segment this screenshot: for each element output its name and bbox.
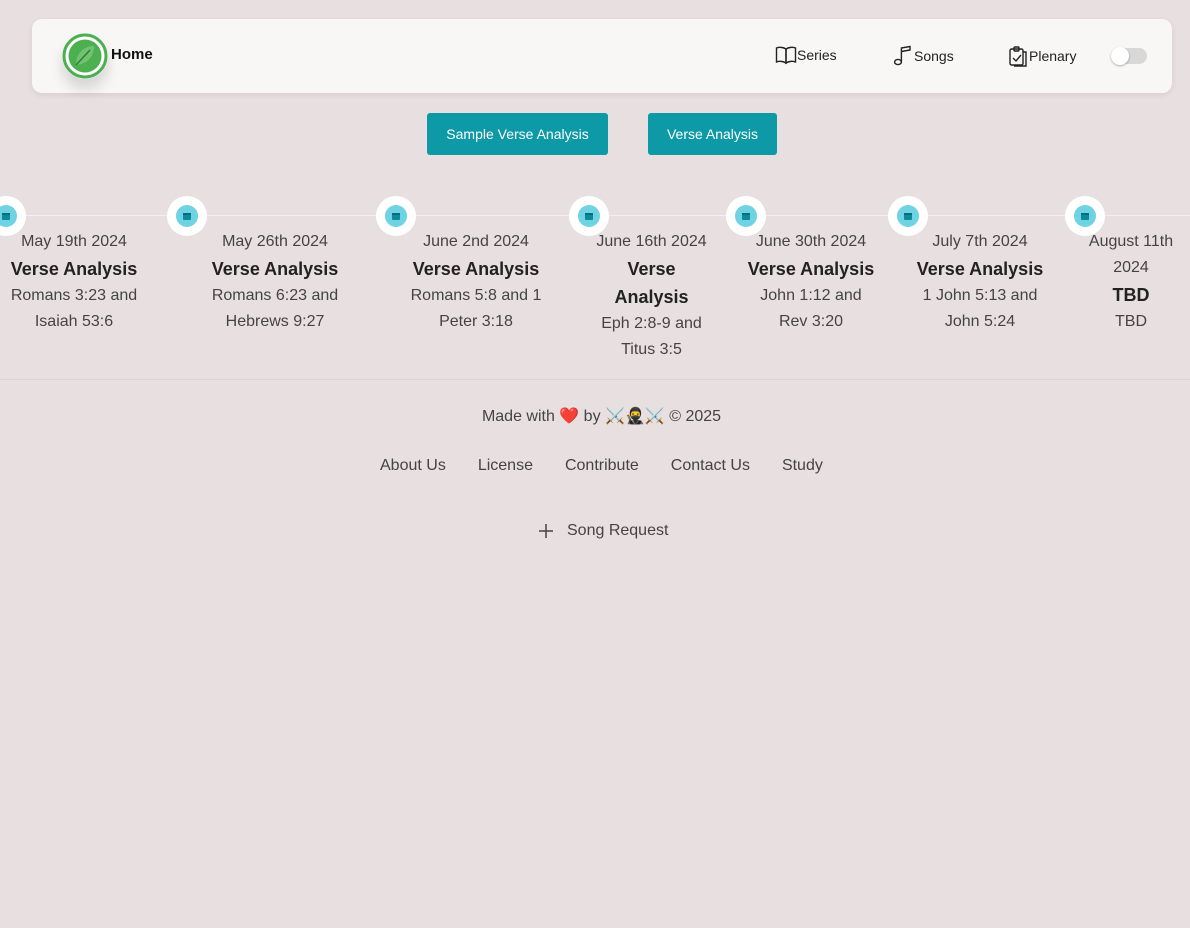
footer-link-contact-us[interactable]: Contact Us: [655, 457, 766, 475]
nav-plenary[interactable]: Plenary: [1007, 45, 1076, 67]
calendar-icon: [0, 205, 17, 227]
calendar-icon: [578, 205, 600, 227]
timeline-title: Verse Analysis: [916, 259, 1044, 279]
plus-icon: [539, 524, 553, 538]
timeline-item: June 30th 2024 Verse Analysis John 1:12 …: [746, 229, 876, 335]
footer-divider: [0, 379, 1190, 380]
calendar-icon: [385, 205, 407, 227]
timeline-desc: 1 John 5:13 and John 5:24: [922, 287, 1038, 330]
timeline-title: TBD: [1112, 285, 1150, 305]
nav-series-label: Series: [797, 47, 837, 63]
calendar-icon: [897, 205, 919, 227]
timeline-title: Verse Analysis: [747, 259, 875, 279]
calendar-icon: [176, 205, 198, 227]
timeline-item: August 11th 2024 TBD TBD: [1081, 229, 1181, 335]
book-open-icon: [775, 46, 797, 65]
timeline-title: Verse Analysis: [10, 259, 138, 279]
footer-links: About Us License Contribute Contact Us S…: [364, 457, 839, 475]
timeline-title: Verse Analysis: [412, 259, 540, 279]
timeline-item: May 19th 2024 Verse Analysis Romans 3:23…: [4, 229, 144, 335]
timeline-date: June 16th 2024: [596, 233, 707, 250]
timeline-item: June 16th 2024 Verse Analysis Eph 2:8-9 …: [596, 229, 707, 363]
timeline-desc: Romans 6:23 and Hebrews 9:27: [211, 287, 339, 330]
home-link[interactable]: Home: [62, 33, 153, 79]
footer-link-study[interactable]: Study: [766, 457, 839, 475]
nav-songs[interactable]: Songs: [892, 45, 954, 67]
nav-series[interactable]: Series: [775, 45, 837, 65]
music-note-icon: [893, 45, 911, 66]
calendar-icon: [1074, 205, 1096, 227]
timeline-date: May 19th 2024: [21, 233, 127, 250]
timeline-item: May 26th 2024 Verse Analysis Romans 6:23…: [205, 229, 345, 335]
timeline-desc: Romans 3:23 and Isaiah 53:6: [10, 287, 138, 330]
footer-credit: Made with ❤️ by ⚔️🥷⚔️ © 2025: [481, 408, 722, 425]
verse-analysis-button[interactable]: Verse Analysis: [648, 113, 777, 155]
timeline-desc: Romans 5:8 and 1 Peter 3:18: [410, 287, 542, 330]
timeline-date: July 7th 2024: [932, 233, 1028, 250]
theme-toggle-knob: [1111, 47, 1129, 65]
song-request-label: Song Request: [567, 522, 669, 539]
timeline-date: August 11th 2024: [1088, 233, 1174, 276]
home-label: Home: [111, 45, 153, 63]
timeline-desc: Eph 2:8-9 and Titus 3:5: [601, 315, 702, 358]
footer-link-contribute[interactable]: Contribute: [549, 457, 655, 475]
timeline-date: May 26th 2024: [222, 233, 328, 250]
timeline-item: July 7th 2024 Verse Analysis 1 John 5:13…: [915, 229, 1045, 335]
song-request-button[interactable]: Song Request: [537, 522, 668, 540]
footer-link-about-us[interactable]: About Us: [364, 457, 462, 475]
top-navbar: Home Series Songs Plenary: [32, 19, 1172, 93]
timeline-date: June 30th 2024: [755, 233, 867, 250]
timeline-item: June 2nd 2024 Verse Analysis Romans 5:8 …: [406, 229, 546, 335]
footer-link-license[interactable]: License: [462, 457, 549, 475]
timeline-title: Verse Analysis: [211, 259, 339, 279]
nav-songs-label: Songs: [914, 48, 954, 64]
timeline-date: June 2nd 2024: [423, 233, 529, 250]
timeline-desc: TBD: [1115, 313, 1147, 330]
timeline-desc: John 1:12 and Rev 3:20: [760, 287, 862, 330]
clipboard-check-icon: [1009, 46, 1027, 67]
timeline-dot[interactable]: [167, 196, 207, 236]
calendar-icon: [735, 205, 757, 227]
sample-verse-analysis-button[interactable]: Sample Verse Analysis: [427, 113, 608, 155]
leaf-logo-icon: [62, 33, 108, 79]
nav-plenary-label: Plenary: [1029, 48, 1077, 64]
timeline-title: Verse Analysis: [614, 259, 689, 307]
theme-toggle[interactable]: [1111, 47, 1147, 65]
